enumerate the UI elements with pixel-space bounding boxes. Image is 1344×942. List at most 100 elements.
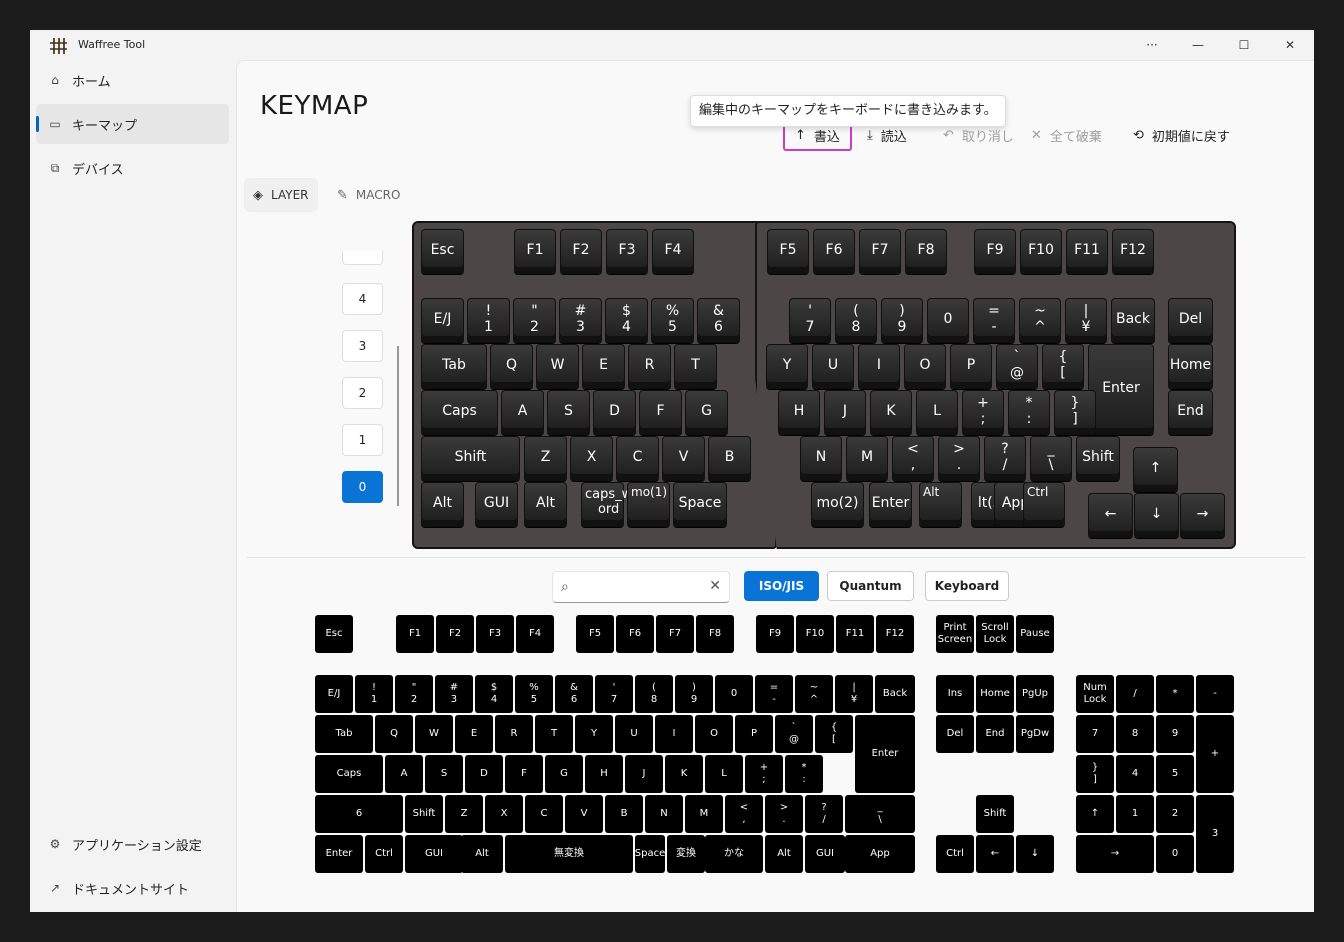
title-bar[interactable]: Waffree Tool ··· — ☐ ✕ (30, 30, 1314, 60)
keymap-key[interactable]: } ] (1054, 390, 1096, 435)
keymap-key[interactable]: I (858, 344, 900, 389)
palette-key[interactable]: Enter (315, 835, 363, 873)
keymap-key[interactable]: Home (1168, 344, 1213, 389)
keymap-key[interactable]: F10 (1020, 229, 1062, 274)
palette-key[interactable]: Ctrl (936, 835, 974, 873)
palette-key[interactable]: F6 (616, 615, 654, 653)
palette-key[interactable]: Q (375, 715, 413, 753)
minimize-icon[interactable]: — (1178, 34, 1218, 56)
sidebar-item-app-settings[interactable]: ⚙ アプリケーション設定 (36, 824, 229, 864)
keymap-key[interactable]: ~ ^ (1019, 298, 1061, 343)
keymap-key[interactable]: F5 (767, 229, 809, 274)
palette-key[interactable]: 8 (1116, 715, 1154, 753)
keymap-key[interactable]: caps_w ord (581, 482, 632, 527)
palette-key[interactable]: Num Lock (1076, 675, 1114, 713)
palette-key[interactable]: 4 (1116, 755, 1154, 793)
keymap-key[interactable]: N (800, 436, 842, 481)
palette-key[interactable]: 無変換 (505, 835, 633, 873)
layer-button-1[interactable]: 1 (342, 424, 383, 456)
keymap-key[interactable]: D (593, 390, 636, 435)
tab-layer[interactable]: ◈ LAYER (245, 179, 317, 211)
keymap-key[interactable]: A (501, 390, 544, 435)
layer-button-0[interactable]: 0 (342, 471, 383, 503)
sidebar-item-keymap[interactable]: ▭ キーマップ (36, 104, 229, 144)
keymap-key[interactable]: + ; (962, 390, 1004, 435)
keymap-key[interactable]: V (662, 436, 705, 481)
palette-key[interactable]: $ 4 (475, 675, 513, 713)
keymap-key[interactable]: " 2 (513, 298, 556, 343)
layer-button-5-partial[interactable] (342, 251, 383, 265)
palette-key[interactable]: Shift (405, 795, 443, 833)
keymap-key[interactable]: Shift (421, 436, 520, 481)
palette-key[interactable]: 9 (1156, 715, 1194, 753)
palette-key[interactable]: _ \ (845, 795, 915, 833)
palette-key[interactable]: GUI (405, 835, 463, 873)
keymap-key[interactable]: # 3 (559, 298, 602, 343)
keymap-key[interactable]: Enter (1088, 344, 1154, 435)
palette-key[interactable]: 0 (1156, 835, 1194, 873)
palette-key[interactable]: 7 (1076, 715, 1114, 753)
keymap-key[interactable]: F6 (813, 229, 855, 274)
keymap-key[interactable]: * : (1008, 390, 1050, 435)
keymap-key[interactable]: F3 (606, 229, 648, 274)
palette-key[interactable]: > . (765, 795, 803, 833)
palette-key[interactable]: P (735, 715, 773, 753)
palette-key[interactable]: L (705, 755, 743, 793)
palette-key[interactable]: N (645, 795, 683, 833)
sidebar-item-device[interactable]: ⧉ デバイス (36, 148, 229, 188)
palette-key[interactable]: Y (575, 715, 613, 753)
palette-key[interactable]: K (665, 755, 703, 793)
palette-key[interactable]: Caps (315, 755, 383, 793)
keymap-key[interactable]: F11 (1066, 229, 1108, 274)
palette-key[interactable]: Print Screen (936, 615, 974, 653)
keymap-key[interactable]: F9 (974, 229, 1016, 274)
palette-key[interactable]: Esc (315, 615, 353, 653)
keymap-key[interactable]: = - (973, 298, 1015, 343)
keymap-key[interactable]: mo(1) (627, 482, 670, 527)
keymap-key[interactable]: G (685, 390, 728, 435)
keymap-key[interactable]: K (870, 390, 912, 435)
category-quantum[interactable]: Quantum (827, 571, 914, 601)
palette-key[interactable]: Scroll Lock (976, 615, 1014, 653)
keymap-key[interactable]: H (778, 390, 820, 435)
palette-key[interactable]: Home (976, 675, 1014, 713)
keymap-key[interactable]: U (812, 344, 854, 389)
keymap-key[interactable]: F8 (905, 229, 947, 274)
palette-key[interactable]: O (695, 715, 733, 753)
keymap-key[interactable]: E (582, 344, 625, 389)
palette-key[interactable]: Alt (461, 835, 503, 873)
keymap-key[interactable]: Y (766, 344, 808, 389)
keymap-key[interactable]: C (616, 436, 659, 481)
palette-key[interactable]: W (415, 715, 453, 753)
keymap-key[interactable]: ← (1088, 493, 1133, 538)
palette-key[interactable]: Alt (765, 835, 803, 873)
layer-scrollbar[interactable] (397, 346, 399, 506)
keymap-key[interactable]: Enter (869, 482, 912, 527)
palette-key[interactable]: F12 (876, 615, 914, 653)
keymap-key[interactable]: Del (1168, 298, 1213, 343)
keymap-key[interactable]: $ 4 (605, 298, 648, 343)
keymap-key[interactable]: J (824, 390, 866, 435)
palette-key[interactable]: C (525, 795, 563, 833)
palette-key[interactable]: ↑ (1076, 795, 1114, 833)
keymap-key[interactable]: R (628, 344, 671, 389)
palette-key[interactable]: F7 (656, 615, 694, 653)
palette-key[interactable]: 6 (315, 795, 403, 833)
keymap-key[interactable]: Esc (421, 229, 464, 274)
sidebar-item-docs[interactable]: ↗ ドキュメントサイト (36, 868, 229, 908)
palette-key[interactable]: ( 8 (635, 675, 673, 713)
palette-key[interactable]: Back (875, 675, 915, 713)
keymap-key[interactable]: ? / (984, 436, 1026, 481)
palette-key[interactable]: D (465, 755, 503, 793)
keymap-key[interactable]: Q (490, 344, 533, 389)
palette-key[interactable]: → (1076, 835, 1154, 873)
palette-key[interactable]: A (385, 755, 423, 793)
keymap-key[interactable]: Z (524, 436, 567, 481)
keymap-key[interactable]: ' 7 (789, 298, 831, 343)
keymap-key[interactable]: T (674, 344, 717, 389)
keymap-key[interactable]: Ctrl (1023, 482, 1065, 527)
keymap-key[interactable]: < , (892, 436, 934, 481)
palette-key[interactable]: ' 7 (595, 675, 633, 713)
palette-key[interactable]: + ; (745, 755, 783, 793)
keymap-key[interactable]: O (904, 344, 946, 389)
